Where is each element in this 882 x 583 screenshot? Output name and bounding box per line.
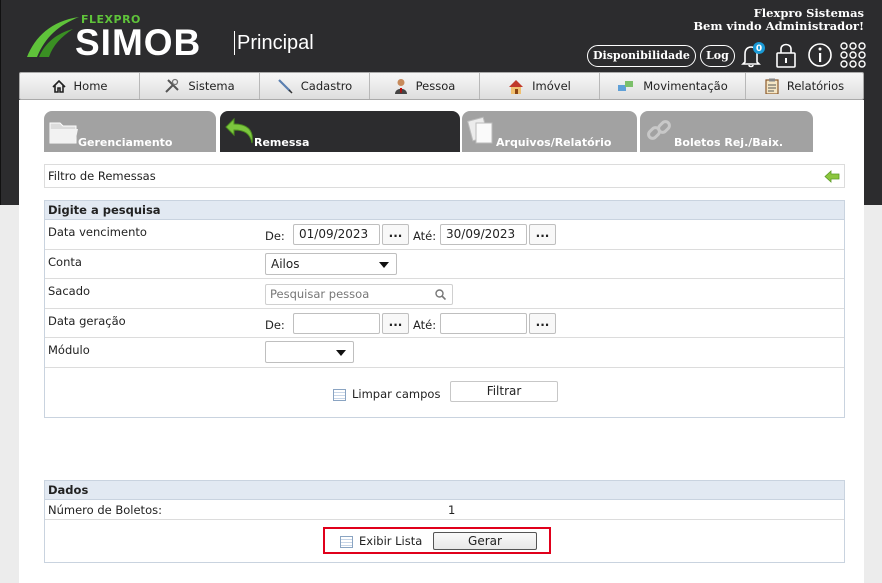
tab-boletos-rej-baix[interactable]: Boletos Rej./Baix. <box>640 111 813 152</box>
search-placeholder: Pesquisar pessoa <box>270 287 370 301</box>
main-menu: Home Sistema Cadastro Pessoa Imóvel Movi… <box>19 72 864 100</box>
availability-button[interactable]: Disponibilidade <box>587 45 696 67</box>
tab-label: Boletos Rej./Baix. <box>674 136 784 149</box>
field-label: Data vencimento <box>48 225 147 239</box>
menu-label: Sistema <box>188 79 235 93</box>
tab-label: Gerenciamento <box>78 136 173 149</box>
generation-date-to-input[interactable] <box>440 313 527 334</box>
show-list-link[interactable]: Exibir Lista <box>359 534 422 548</box>
generation-date-to-picker[interactable]: ... <box>529 313 556 334</box>
filter-button[interactable]: Filtrar <box>450 381 558 402</box>
from-label: De: <box>265 229 285 243</box>
chain-icon <box>647 120 671 140</box>
chevron-down-icon <box>379 262 389 268</box>
filter-title: Filtro de Remessas <box>48 169 156 183</box>
to-label: Até: <box>413 229 437 243</box>
account-select[interactable]: Ailos <box>265 253 397 275</box>
house-icon <box>509 79 524 94</box>
section-title: Dados <box>45 481 844 500</box>
data-section: Dados Número de Boletos: 1 Exibir Lista … <box>44 480 845 563</box>
menu-label: Relatórios <box>786 79 845 93</box>
search-section: Digite a pesquisa Data vencimento De: 01… <box>44 200 845 418</box>
field-label: Número de Boletos: <box>48 503 162 517</box>
row-data-vencimento: Data vencimento De: 01/09/2023 ... Até: … <box>45 220 844 250</box>
main-panel: Gerenciamento Remessa Arquivos/Relatório… <box>19 100 864 583</box>
field-label: Data geração <box>48 314 126 328</box>
due-date-to-input[interactable]: 30/09/2023 <box>440 224 527 245</box>
menu-item-home[interactable]: Home <box>20 73 140 99</box>
generate-button[interactable]: Gerar <box>433 532 537 550</box>
menu-label: Cadastro <box>300 79 353 93</box>
from-label: De: <box>265 318 285 332</box>
section-title: Digite a pesquisa <box>45 201 844 220</box>
brand-name: SIMOB <box>75 22 202 63</box>
folder-icon <box>49 122 78 144</box>
tab-arquivos-relatorio[interactable]: Arquivos/Relatório <box>462 111 637 152</box>
info-icon[interactable] <box>806 41 834 69</box>
show-list-icon[interactable] <box>340 536 353 548</box>
tab-gerenciamento[interactable]: Gerenciamento <box>44 111 216 152</box>
chevron-down-icon <box>336 350 346 356</box>
notification-count: 0 <box>756 44 762 54</box>
tools-icon <box>165 78 180 93</box>
log-button[interactable]: Log <box>700 45 735 67</box>
back-arrow-icon[interactable] <box>824 170 840 183</box>
payer-search-input[interactable]: Pesquisar pessoa <box>265 284 453 305</box>
clipboard-icon <box>765 78 779 94</box>
menu-label: Pessoa <box>415 79 456 93</box>
field-label: Conta <box>48 255 82 269</box>
field-label: Módulo <box>48 343 90 357</box>
documents-icon <box>467 116 493 144</box>
transfer-icon <box>618 81 634 91</box>
data-actions: Exibir Lista Gerar <box>45 520 844 562</box>
menu-item-relatorios[interactable]: Relatórios <box>746 73 863 99</box>
logo-swoosh-icon <box>27 17 79 57</box>
home-icon <box>51 79 66 93</box>
menu-item-imovel[interactable]: Imóvel <box>480 73 600 99</box>
row-sacado: Sacado Pesquisar pessoa <box>45 279 844 309</box>
clear-fields-link[interactable]: Limpar campos <box>352 387 440 401</box>
generation-date-from-picker[interactable]: ... <box>382 313 409 334</box>
account-select-value: Ailos <box>271 257 300 271</box>
due-date-from-picker[interactable]: ... <box>382 224 409 245</box>
field-label: Sacado <box>48 284 91 298</box>
row-data-geracao: Data geração De: ... Até: ... <box>45 309 844 338</box>
menu-item-pessoa[interactable]: Pessoa <box>370 73 480 99</box>
due-date-to-picker[interactable]: ... <box>529 224 556 245</box>
simob-logo[interactable]: FLEXPRO SIMOB Principal <box>23 10 323 65</box>
clear-fields-icon[interactable] <box>333 389 346 401</box>
due-date-from-input[interactable]: 01/09/2023 <box>293 224 380 245</box>
row-conta: Conta Ailos <box>45 250 844 279</box>
tab-label: Remessa <box>254 136 310 149</box>
module-select[interactable] <box>265 341 354 363</box>
search-icon <box>435 289 446 300</box>
tab-remessa[interactable]: Remessa <box>220 111 460 152</box>
menu-item-cadastro[interactable]: Cadastro <box>260 73 370 99</box>
menu-label: Imóvel <box>532 79 571 93</box>
search-actions: Limpar campos Filtrar <box>45 368 844 416</box>
boletos-count-value: 1 <box>448 503 456 517</box>
menu-label: Movimentação <box>643 79 728 93</box>
row-boletos-count: Número de Boletos: 1 <box>45 500 844 520</box>
row-modulo: Módulo <box>45 338 844 368</box>
welcome-text: Bem vindo Administrador! <box>693 19 864 33</box>
apps-grid-icon[interactable] <box>840 42 866 68</box>
menu-item-sistema[interactable]: Sistema <box>140 73 260 99</box>
lock-icon[interactable] <box>773 41 799 69</box>
bell-icon[interactable]: 0 <box>737 40 767 70</box>
generation-date-from-input[interactable] <box>293 313 380 334</box>
filter-bar: Filtro de Remessas <box>44 164 845 188</box>
pen-icon <box>278 79 293 94</box>
menu-label: Home <box>73 79 108 93</box>
to-label: Até: <box>413 318 437 332</box>
module-name: Principal <box>234 31 314 55</box>
tab-label: Arquivos/Relatório <box>496 136 612 149</box>
menu-item-movimentacao[interactable]: Movimentação <box>600 73 746 99</box>
user-info: Flexpro Sistemas Bem vindo Administrador… <box>693 7 864 33</box>
person-icon <box>394 79 407 94</box>
return-arrow-icon <box>225 117 253 144</box>
